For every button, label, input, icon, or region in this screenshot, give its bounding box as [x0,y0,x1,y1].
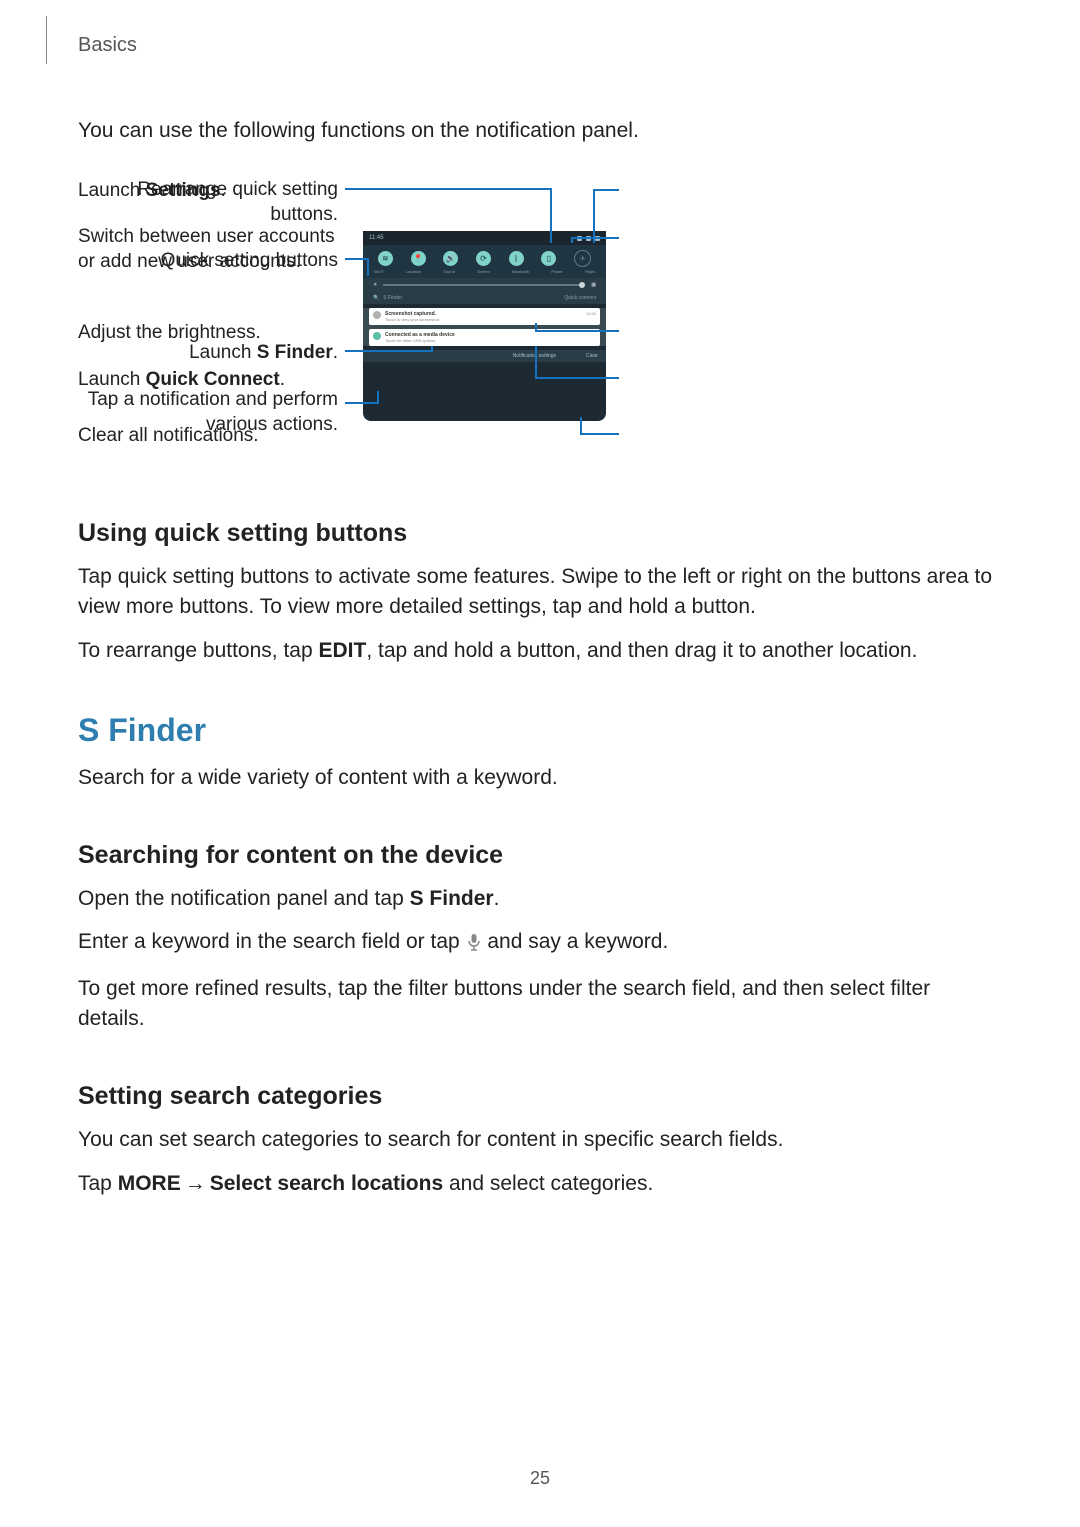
cat-p2: Tap MORE→Select search locations and sel… [78,1169,1002,1199]
notifications-list: Screenshot captured.Touch to view your s… [363,308,606,346]
text: . [494,887,500,910]
text: . [221,180,226,201]
heading-categories: Setting search categories [78,1082,1002,1111]
text: , tap and hold a button, and then drag i… [366,639,917,662]
device-statusbar: 11:45 [363,231,606,245]
brightness-slider [383,284,585,286]
text: and say a keyword. [482,930,669,953]
page-number: 25 [0,1468,1080,1489]
text: . [280,369,285,390]
notif-text: Screenshot captured.Touch to view your s… [385,311,440,322]
brightness-icon: ☀ [373,282,377,288]
search-p1: Open the notification panel and tap S Fi… [78,884,1002,914]
sfinder-label: S Finder [383,295,402,301]
quick-connect-label: Quick connect [564,295,596,301]
quick-btn-battery: ▯ [541,251,556,266]
text: Enter a keyword in the search field or t… [78,930,466,953]
text: Launch [78,180,146,201]
quick-btn-label: Wi-Fi [374,269,383,274]
search-p2: Enter a keyword in the search field or t… [78,927,1002,960]
quick-btn-label: Sound [443,269,455,274]
microphone-icon [466,930,482,960]
notification-item: Screenshot captured.Touch to view your s… [369,308,600,325]
status-edit-icon [577,236,582,241]
clear-label: Clear [586,353,598,359]
text: and select categories. [443,1172,653,1195]
quick-btn-label: Power [551,269,562,274]
quick-btn-label: Location [406,269,421,274]
callout-quick-connect: Launch Quick Connect. [78,368,338,393]
callout-clear: Clear all notifications. [78,424,338,449]
sfinder-row: 🔍 S Finder Quick connect [363,292,606,304]
quick-btn-rotate: ⟳ [476,251,491,266]
quick-btn-bt: ᛒ [509,251,524,266]
intro-paragraph: You can use the following functions on t… [78,116,1002,145]
text: Launch [78,369,146,390]
text: Tap [78,1172,118,1195]
status-time: 11:45 [369,235,384,241]
quick-btn-label: Flight [585,269,595,274]
text-bold: EDIT [319,639,367,662]
callout-users: Switch between user accounts or add new … [78,225,338,274]
section-sfinder: S Finder [78,712,1002,749]
text: To rearrange buttons, tap [78,639,319,662]
text-bold: Quick Connect [146,369,280,390]
search-icon: 🔍 [373,295,379,301]
notif-icon [373,332,381,340]
search-p3: To get more refined results, tap the fil… [78,974,1002,1034]
text-bold: Settings [146,180,221,201]
quick-btn-pin: 📍 [411,251,426,266]
quick-btn-label: Screen [477,269,490,274]
notification-item: Connected as a media deviceTouch for oth… [369,329,600,346]
status-user-icon [586,236,591,241]
header-section-label: Basics [78,34,137,57]
quick-settings-row: ≋ 📍 🔊 ⟳ ᛒ ▯ ✈ [363,245,606,269]
text-bold: MORE [118,1172,181,1195]
para-quick-1: Tap quick setting buttons to activate so… [78,562,1002,622]
heading-quick-settings: Using quick setting buttons [78,519,1002,548]
notif-time: 10:56 [586,311,596,316]
clear-bar: Notification settings Clear [363,350,606,362]
quick-btn-plane: ✈ [574,250,591,267]
notif-text: Connected as a media deviceTouch for oth… [385,332,455,343]
text: Open the notification panel and tap [78,887,410,910]
callout-brightness: Adjust the brightness. [78,321,338,346]
callout-settings: Launch Settings. [78,179,338,204]
quick-btn-label: Bluetooth [512,269,529,274]
sfinder-intro: Search for a wide variety of content wit… [78,763,1002,793]
arrow-icon: → [181,1169,210,1199]
device-mock: 11:45 ≋ 📍 🔊 ⟳ ᛒ ▯ ✈ Wi-Fi Location Sound Screen Bl… [363,231,606,421]
para-quick-2: To rearrange buttons, tap EDIT, tap and … [78,636,1002,666]
text-bold: S Finder [410,887,494,910]
status-gear-icon [595,236,600,241]
heading-search-device: Searching for content on the device [78,841,1002,870]
quick-btn-volume: 🔊 [443,251,458,266]
notif-icon [373,311,381,319]
header-divider [46,16,47,64]
notif-settings-label: Notification settings [513,353,556,359]
quick-btn-wifi: ≋ [378,251,393,266]
text-bold: Select search locations [210,1172,443,1195]
quick-settings-labels: Wi-Fi Location Sound Screen Bluetooth Power Fl… [363,269,606,278]
notification-panel-diagram: Rearrange quick setting buttons. Quick s… [78,171,1002,471]
auto-brightness-icon: ▦ [591,282,596,288]
cat-p1: You can set search categories to search … [78,1125,1002,1155]
brightness-row: ☀ ▦ [363,278,606,292]
